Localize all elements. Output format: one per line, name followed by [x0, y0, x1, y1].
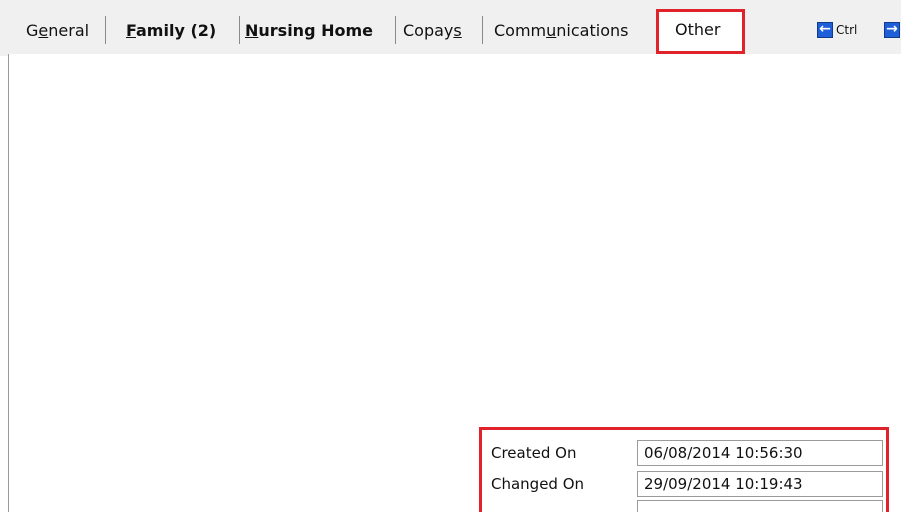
tab-family-mnemonic: F: [126, 21, 136, 40]
partial-field[interactable]: [637, 500, 883, 512]
created-on-field[interactable]: 06/08/2014 10:56:30: [637, 440, 883, 466]
tab-family-label-end: amily (2): [136, 21, 217, 40]
ctrl-shortcut-label: Ctrl: [836, 23, 858, 37]
tab-general-mnemonic: e: [38, 21, 49, 40]
record-info-box: Created On 06/08/2014 10:56:30 Changed O…: [479, 427, 889, 512]
tab-other-label: Other: [675, 20, 721, 39]
tab-other-active[interactable]: Other: [656, 9, 745, 54]
tab-communications-label-start: Comm: [494, 21, 547, 40]
tab-copays-mnemonic: s: [453, 21, 462, 40]
tab-separator: [105, 16, 106, 44]
tab-copays[interactable]: Copays: [403, 12, 462, 48]
tab-general-label-end: neral: [48, 21, 90, 40]
tab-family[interactable]: Family (2): [126, 12, 216, 48]
tab-nursing-home[interactable]: Nursing Home: [245, 12, 373, 48]
tab-separator: [395, 16, 396, 44]
changed-on-label: Changed On: [491, 475, 585, 493]
arrow-left-icon[interactable]: ←: [817, 22, 833, 38]
tab-separator: [239, 16, 240, 44]
tab-strip: General Family (2) Nursing Home Copays C…: [0, 0, 901, 56]
tab-copays-label-start: Copay: [403, 21, 454, 40]
patient-other-tab-window: General Family (2) Nursing Home Copays C…: [0, 0, 901, 512]
tab-communications-mnemonic: u: [546, 21, 557, 40]
created-on-label: Created On: [491, 444, 577, 462]
tab-communications[interactable]: Communications: [494, 12, 628, 48]
arrow-right-icon[interactable]: →: [884, 22, 900, 38]
tab-separator: [482, 16, 483, 44]
tab-nursing-home-mnemonic: N: [245, 21, 259, 40]
changed-on-field[interactable]: 29/09/2014 10:19:43: [637, 471, 883, 497]
tab-general-label-start: G: [26, 21, 39, 40]
tab-communications-label-end: nications: [556, 21, 629, 40]
tab-nursing-home-label-end: ursing Home: [258, 21, 373, 40]
tab-general[interactable]: General: [26, 12, 89, 48]
